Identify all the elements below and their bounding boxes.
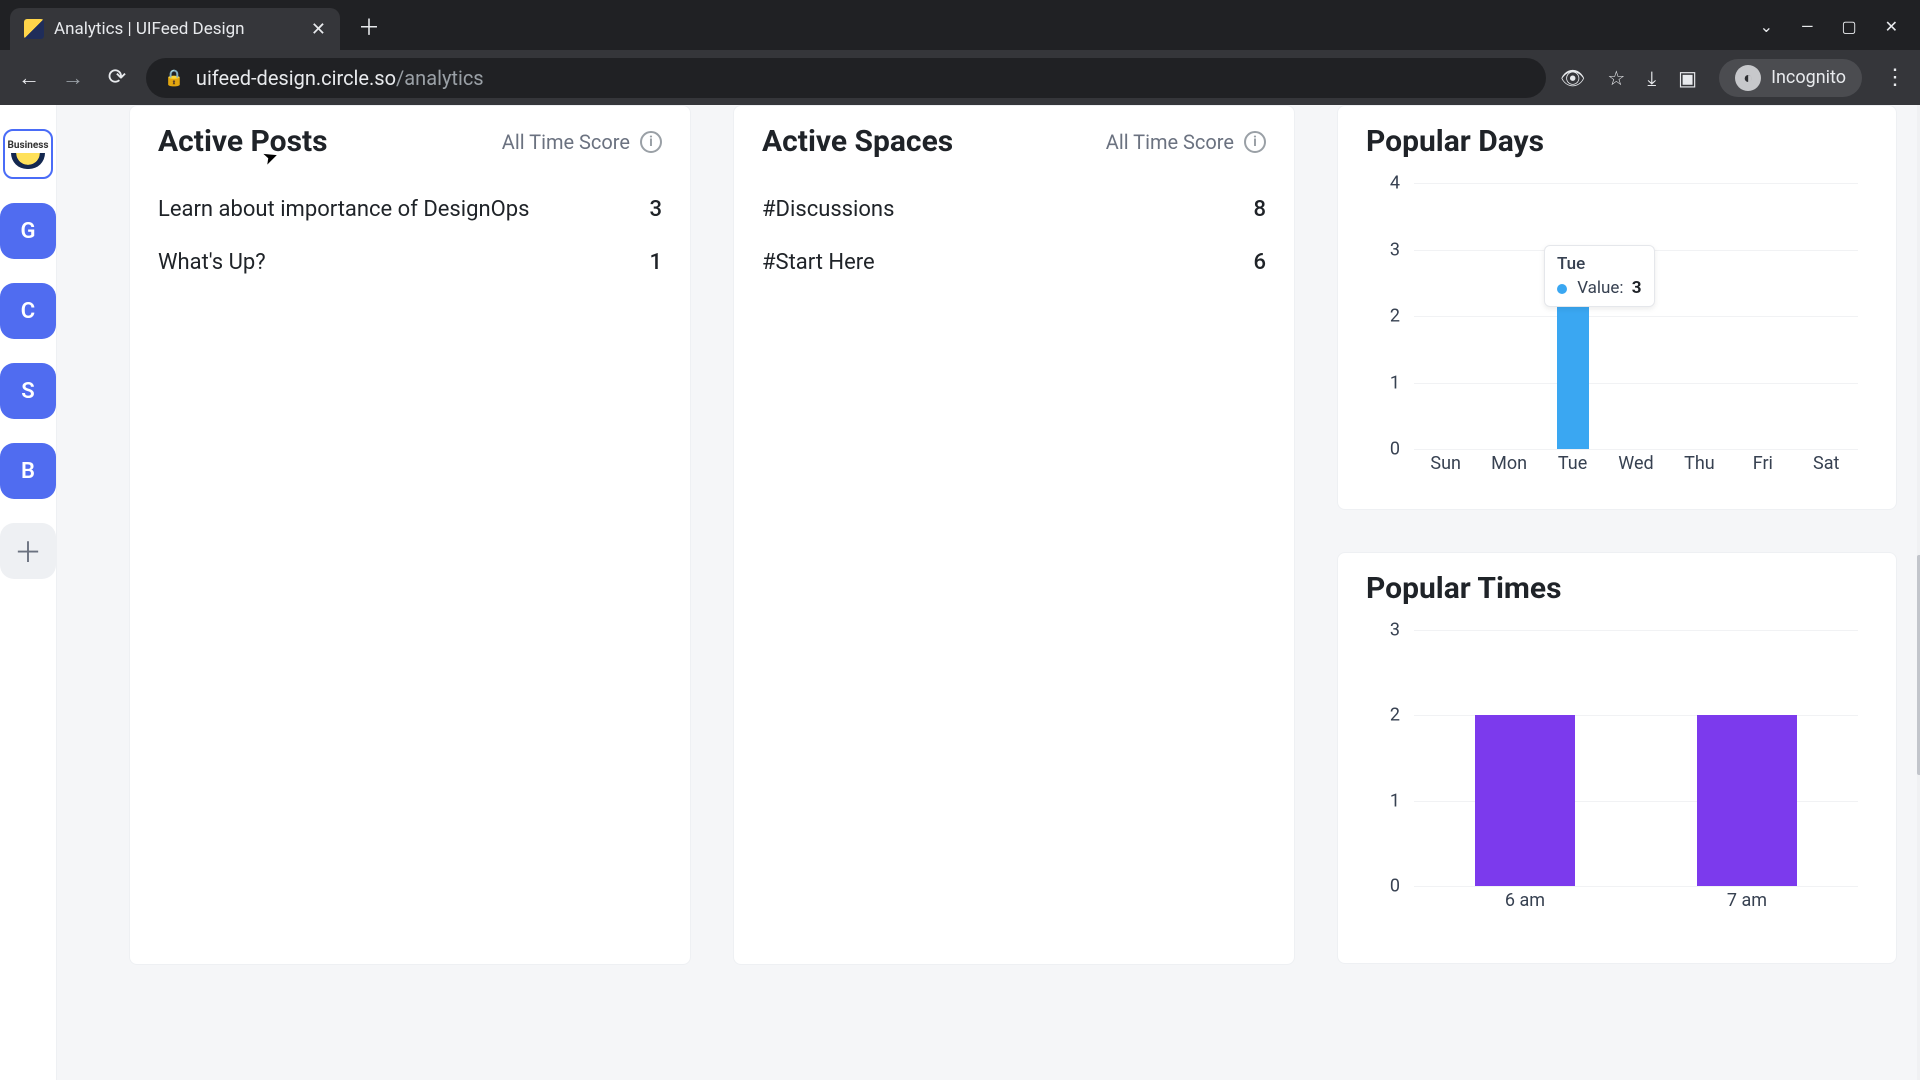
list-item[interactable]: What's Up? 1 — [158, 236, 662, 289]
info-icon[interactable]: i — [640, 131, 662, 153]
y-tick: 2 — [1366, 705, 1400, 726]
x-tick: 7 am — [1636, 890, 1858, 920]
score-label: All Time Score — [502, 130, 630, 154]
list-item[interactable]: #Start Here 6 — [762, 236, 1266, 289]
tab-title: Analytics | UIFeed Design — [54, 19, 301, 39]
list-item[interactable]: Learn about importance of DesignOps 3 — [158, 183, 662, 236]
x-tick: Mon — [1477, 453, 1540, 483]
charts-column: Popular Days 0 1 2 3 4 Tue Value: 3 — [1337, 105, 1897, 1040]
y-tick: 1 — [1366, 372, 1400, 393]
app-root: Business G C S B ＋ Active Posts All Time… — [0, 105, 1920, 1080]
panel-title: Active Spaces — [762, 124, 953, 159]
sidebar-add-button[interactable]: ＋ — [0, 523, 56, 579]
browser-titlebar: Analytics | UIFeed Design ✕ ＋ ⌄ ― ▢ ✕ — [0, 0, 1920, 50]
sidebar: Business G C S B ＋ — [0, 105, 57, 1080]
incognito-badge[interactable]: ◐ Incognito — [1719, 59, 1862, 97]
x-tick: Sat — [1795, 453, 1858, 483]
list-item-value: 6 — [1253, 250, 1266, 275]
y-tick: 0 — [1366, 439, 1400, 460]
menu-icon[interactable]: ⋮ — [1884, 65, 1906, 90]
sidebar-item-b[interactable]: B — [0, 443, 56, 499]
incognito-label: Incognito — [1771, 67, 1846, 88]
tab-favicon — [24, 19, 44, 39]
list-item[interactable]: #Discussions 8 — [762, 183, 1266, 236]
list-item-value: 3 — [649, 197, 662, 222]
y-tick: 3 — [1366, 620, 1400, 641]
incognito-icon: ◐ — [1735, 65, 1761, 91]
window-controls: ⌄ ― ▢ ✕ — [1760, 17, 1920, 50]
x-tick: Wed — [1604, 453, 1667, 483]
close-window-icon[interactable]: ✕ — [1885, 17, 1898, 36]
panel-popular-times: Popular Times 0123 6 am7 am ➤ — [1337, 552, 1897, 964]
eye-off-icon[interactable]: 👁 — [1560, 66, 1585, 90]
browser-toolbar: ← → ⟳ 🔒 uifeed-design.circle.so/analytic… — [0, 50, 1920, 105]
y-tick: 4 — [1366, 173, 1400, 194]
y-tick: 0 — [1366, 876, 1400, 897]
download-icon[interactable]: ⤓ — [1647, 66, 1656, 90]
panel-icon[interactable]: ▣ — [1678, 66, 1697, 90]
close-icon[interactable]: ✕ — [311, 19, 326, 40]
sidebar-item-g[interactable]: G — [0, 203, 56, 259]
workspace-logo-art — [11, 153, 45, 169]
score-label-wrap: All Time Score i — [1106, 130, 1266, 154]
content: Active Posts All Time Score i Learn abou… — [57, 105, 1920, 1080]
sidebar-item-c[interactable]: C — [0, 283, 56, 339]
reload-button[interactable]: ⟳ — [102, 65, 132, 90]
lock-icon: 🔒 — [164, 68, 184, 87]
tooltip-category: Tue — [1557, 254, 1642, 274]
panel-title: Active Posts — [158, 124, 328, 159]
y-tick: 1 — [1366, 790, 1400, 811]
panel-active-posts: Active Posts All Time Score i Learn abou… — [129, 105, 691, 965]
x-tick: Fri — [1731, 453, 1794, 483]
x-tick: Sun — [1414, 453, 1477, 483]
tooltip-label: Value: — [1577, 278, 1623, 298]
maximize-icon[interactable]: ▢ — [1841, 17, 1856, 36]
list-item-value: 1 — [649, 250, 662, 275]
workspace-logo[interactable]: Business — [3, 129, 53, 179]
back-button[interactable]: ← — [14, 65, 44, 91]
tooltip-value: 3 — [1632, 278, 1642, 298]
panel-active-spaces: Active Spaces All Time Score i #Discussi… — [733, 105, 1295, 965]
minimize-icon[interactable]: ― — [1801, 17, 1814, 36]
tab-dropdown-icon[interactable]: ⌄ — [1760, 17, 1773, 36]
new-tab-button[interactable]: ＋ — [358, 10, 380, 42]
forward-button[interactable]: → — [58, 65, 88, 91]
list-item-label: What's Up? — [158, 250, 266, 275]
y-tick: 2 — [1366, 306, 1400, 327]
list-item-label: Learn about importance of DesignOps — [158, 197, 530, 222]
chart-tooltip: Tue Value: 3 — [1544, 245, 1655, 307]
x-tick: 6 am — [1414, 890, 1636, 920]
url-text: uifeed-design.circle.so/analytics — [196, 66, 484, 90]
info-icon[interactable]: i — [1244, 131, 1266, 153]
panel-title: Popular Times — [1366, 571, 1562, 606]
score-label: All Time Score — [1106, 130, 1234, 154]
workspace-logo-label: Business — [7, 140, 48, 151]
x-tick: Thu — [1668, 453, 1731, 483]
chart-bar[interactable] — [1697, 715, 1797, 886]
list-item-value: 8 — [1253, 197, 1266, 222]
popular-times-chart[interactable]: 0123 6 am7 am — [1366, 630, 1868, 920]
popular-days-chart[interactable]: 01234 Tue Value: 3 SunMonTueWedThuFr — [1366, 183, 1868, 483]
sidebar-item-s[interactable]: S — [0, 363, 56, 419]
list-item-label: #Discussions — [762, 197, 894, 222]
tooltip-color-dot — [1557, 284, 1567, 294]
y-tick: 3 — [1366, 239, 1400, 260]
x-tick: Tue — [1541, 453, 1604, 483]
list-item-label: #Start Here — [762, 250, 875, 275]
star-icon[interactable]: ☆ — [1607, 66, 1625, 90]
score-label-wrap: All Time Score i — [502, 130, 662, 154]
chart-bar[interactable] — [1475, 715, 1575, 886]
browser-tab[interactable]: Analytics | UIFeed Design ✕ — [10, 8, 340, 50]
panel-popular-days: Popular Days 0 1 2 3 4 Tue Value: 3 — [1337, 105, 1897, 510]
panel-title: Popular Days — [1366, 124, 1544, 159]
address-bar[interactable]: 🔒 uifeed-design.circle.so/analytics — [146, 58, 1546, 98]
